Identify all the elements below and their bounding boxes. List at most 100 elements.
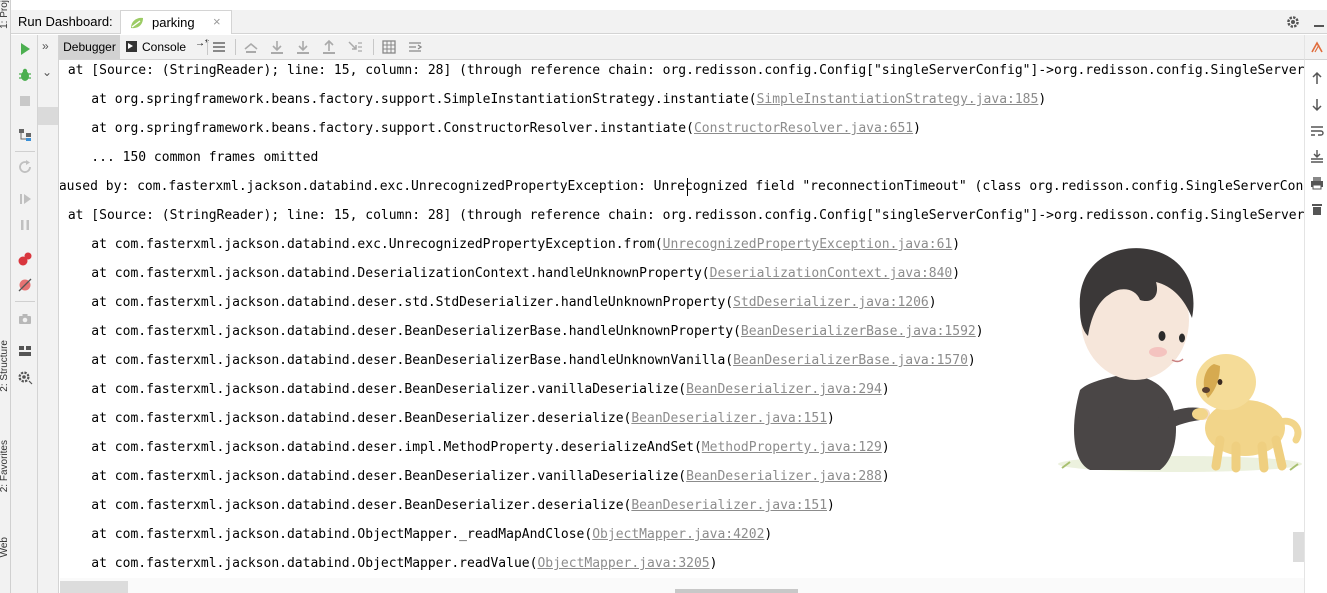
stack-frame-link[interactable]: MethodProperty.java:129 [702, 440, 882, 455]
stack-frame-link[interactable]: BeanDeserializer.java:151 [631, 498, 827, 513]
console-line-text: at com.fasterxml.jackson.databind.deser.… [60, 469, 687, 484]
console-line: at com.fasterxml.jackson.databind.Object… [60, 553, 717, 575]
tab-debugger[interactable]: Debugger [59, 35, 120, 59]
step-over-icon[interactable] [269, 39, 285, 55]
stack-frame-link[interactable]: SimpleInstantiationStrategy.java:185 [757, 92, 1039, 107]
hide-panel-icon[interactable] [1311, 12, 1327, 32]
settings-icon[interactable] [17, 369, 33, 385]
console-line: at org.springframework.beans.factory.sup… [60, 89, 1046, 111]
layout-grid-icon[interactable] [17, 343, 33, 359]
console-line: Caused by: com.fasterxml.jackson.databin… [60, 176, 1304, 198]
horizontal-scrollbar-thumb[interactable] [60, 581, 128, 593]
console-line: at com.fasterxml.jackson.databind.deser.… [60, 321, 984, 343]
stack-frame-link[interactable]: BeanDeserializerBase.java:1592 [741, 324, 976, 339]
debug-icon[interactable] [17, 67, 33, 83]
console-line-tail: ) [967, 353, 976, 368]
pause-icon[interactable] [17, 217, 33, 233]
restart-icon[interactable] [17, 159, 33, 175]
run-dashboard-header: Run Dashboard: parking × [11, 10, 1327, 34]
console-line-text: at com.fasterxml.jackson.databind.deser.… [60, 324, 741, 339]
project-tool-label[interactable]: 1: Proj [0, 0, 10, 29]
close-icon[interactable]: × [213, 14, 221, 29]
stack-frame-link[interactable]: ConstructorResolver.java:651 [694, 121, 913, 136]
chevron-down-icon[interactable]: ⌄ [42, 65, 52, 79]
clear-icon[interactable] [1310, 202, 1324, 216]
scroll-to-end-icon[interactable] [1310, 149, 1324, 163]
console-line: at com.fasterxml.jackson.databind.deser.… [60, 379, 890, 401]
console-line: at com.fasterxml.jackson.databind.deser.… [60, 350, 976, 372]
console-line-text: at com.fasterxml.jackson.databind.deser.… [60, 382, 687, 397]
console-line-tail: ) [881, 469, 890, 484]
scroll-up-icon[interactable] [1310, 40, 1324, 54]
console-icon [126, 41, 137, 52]
evaluate-icon[interactable] [381, 39, 397, 55]
camera-icon[interactable] [17, 311, 33, 327]
console-line: at com.fasterxml.jackson.databind.deser.… [60, 437, 889, 459]
console-line-tail: ) [1038, 92, 1047, 107]
rerun-icon[interactable] [17, 41, 33, 57]
stack-frame-link[interactable]: BeanDeserializer.java:288 [686, 469, 882, 484]
console-line: ... 150 common frames omitted [60, 147, 318, 169]
favorites-tool-label[interactable]: 2: Favorites [0, 440, 10, 492]
left-debug-toolbar [11, 35, 38, 593]
console-line: at com.fasterxml.jackson.databind.Deseri… [60, 263, 960, 285]
stack-frame-link[interactable]: UnrecognizedPropertyException.java:61 [663, 237, 953, 252]
console-line-text: at com.fasterxml.jackson.databind.exc.Un… [60, 237, 663, 252]
step-into-icon[interactable] [295, 39, 311, 55]
stack-frame-link[interactable]: BeanDeserializer.java:294 [686, 382, 882, 397]
stack-frame-link[interactable]: BeanDeserializer.java:151 [631, 411, 827, 426]
stack-frame-link[interactable]: DeserializationContext.java:840 [710, 266, 953, 281]
console-line: at [Source: (StringReader); line: 15, co… [60, 60, 1304, 82]
resume-icon[interactable] [17, 191, 33, 207]
console-line-text: Caused by: com.fasterxml.jackson.databin… [60, 179, 1304, 194]
scroll-up-icon[interactable] [1310, 71, 1324, 85]
console-line-tail: ) [975, 324, 984, 339]
layout-icon[interactable] [17, 127, 33, 143]
tab-parking[interactable]: parking × [120, 10, 232, 34]
trace-icon[interactable] [407, 39, 423, 55]
console-line-text: ... 150 common frames omitted [60, 150, 319, 165]
console-line-text: at com.fasterxml.jackson.databind.Deseri… [60, 266, 710, 281]
stack-frame-link[interactable]: BeanDeserializerBase.java:1570 [733, 353, 968, 368]
console-line: at org.springframework.beans.factory.sup… [60, 118, 921, 140]
gear-icon[interactable] [1284, 12, 1302, 32]
vertical-scrollbar[interactable] [1293, 532, 1304, 562]
spring-boot-icon [129, 16, 145, 35]
right-toolbar-header [1304, 35, 1327, 60]
console-line: at com.fasterxml.jackson.databind.deser.… [60, 292, 936, 314]
console-line-tail: ) [952, 237, 961, 252]
stack-frame-link[interactable]: ObjectMapper.java:3205 [537, 556, 709, 571]
stack-frame-link[interactable]: StdDeserializer.java:1206 [733, 295, 929, 310]
console-line: at com.fasterxml.jackson.databind.deser.… [60, 408, 835, 430]
collapse-icon[interactable]: » [42, 39, 49, 53]
console-line-tail: ) [827, 498, 835, 513]
console-line-tail: ) [709, 556, 718, 571]
tab-label: parking [152, 15, 195, 30]
console-line: at [Source: (StringReader); line: 15, co… [60, 205, 1304, 227]
console-line-text: at [Source: (StringReader); line: 15, co… [67, 63, 1304, 78]
step-out-icon[interactable] [321, 39, 337, 55]
mute-breakpoints-icon[interactable] [17, 277, 33, 293]
stack-frame-link[interactable]: ObjectMapper.java:4202 [592, 527, 764, 542]
console-line-tail: ) [881, 382, 890, 397]
web-tool-label[interactable]: Web [0, 537, 10, 557]
console-line-text: at com.fasterxml.jackson.databind.deser.… [60, 498, 632, 513]
debugger-toolbar: Debugger Console →* [59, 35, 1304, 60]
tab-console[interactable]: Console →* [124, 35, 209, 59]
scroll-down-icon[interactable] [1310, 98, 1324, 112]
selected-tree-row[interactable] [38, 107, 58, 125]
structure-tool-label[interactable]: 2: Structure [0, 340, 10, 392]
show-execution-point-icon[interactable] [243, 39, 259, 55]
view-breakpoints-icon[interactable] [17, 251, 33, 267]
menu-icon[interactable] [211, 39, 227, 55]
stop-icon[interactable] [17, 93, 33, 109]
print-icon[interactable] [1310, 176, 1324, 190]
console-line-text: at com.fasterxml.jackson.databind.deser.… [60, 440, 702, 455]
console-line-text: at com.fasterxml.jackson.databind.deser.… [60, 353, 734, 368]
console-line-tail: ) [952, 266, 961, 281]
bottom-resize-handle[interactable] [675, 589, 798, 593]
console-line-text: at com.fasterxml.jackson.databind.Object… [60, 556, 538, 571]
console-line-text: at com.fasterxml.jackson.databind.deser.… [60, 411, 632, 426]
run-to-cursor-icon[interactable] [347, 39, 363, 55]
soft-wrap-icon[interactable] [1310, 124, 1324, 138]
